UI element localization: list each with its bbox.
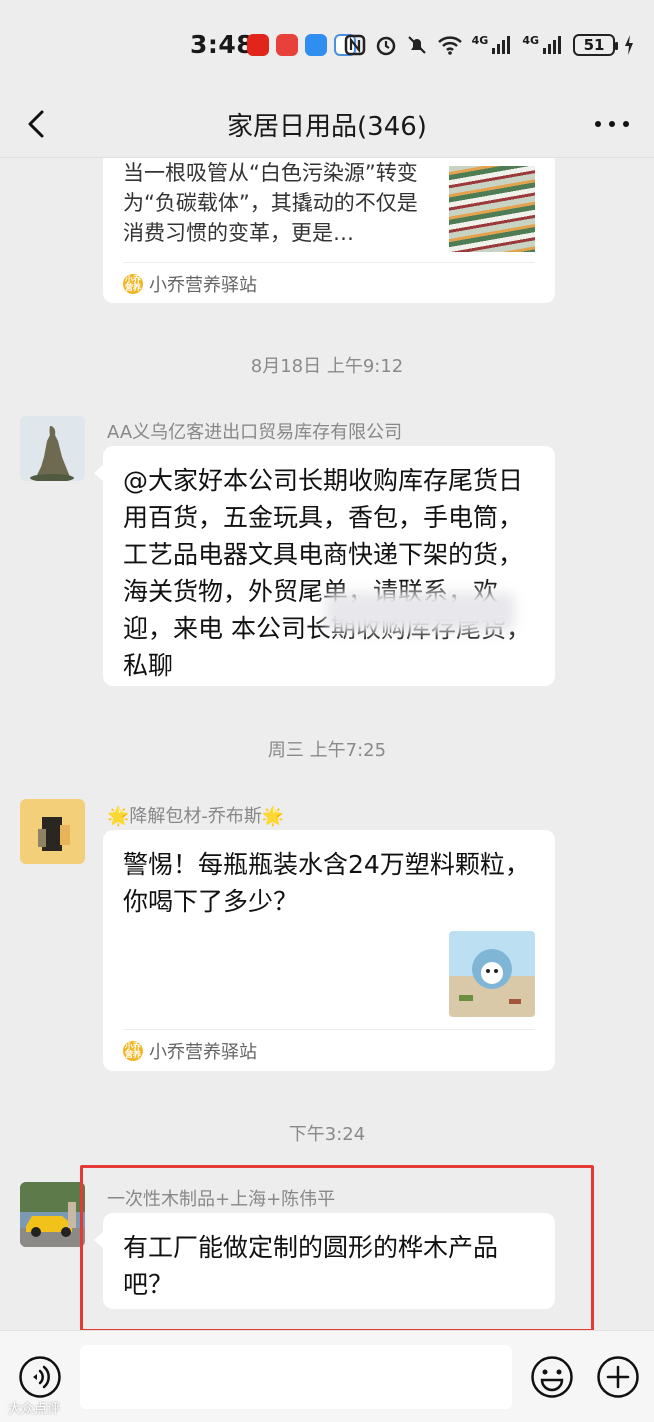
app-notification-icon (276, 34, 298, 56)
message-input[interactable] (80, 1345, 512, 1409)
avatar[interactable] (20, 1182, 85, 1247)
article-source: 小乔 营养 小乔营养驿站 (123, 271, 257, 297)
status-time: 3:48 (190, 30, 255, 59)
message-text: @大家好本公司长期收购库存尾货日用百货，五金玩具，香包，手电筒，工艺品电器文具电… (123, 466, 531, 680)
article-source: 小乔 营养 小乔营养驿站 (123, 1038, 257, 1064)
weather-icon (305, 34, 327, 56)
timestamp: 下午3:24 (288, 1124, 366, 1145)
highlight-annotation (80, 1165, 594, 1332)
mute-icon (407, 36, 426, 54)
avatar[interactable] (20, 799, 85, 864)
divider (123, 1029, 535, 1030)
nav-bar: 家居日用品(346) (0, 92, 654, 158)
battery-level: 51 (583, 36, 605, 54)
chat-area[interactable]: 当一根吸管从“白色污染源”转变为“负碳载体”，其撬动的不仅是消费习惯的变革，更是… (0, 158, 654, 1330)
sender-name: 🌟降解包材-乔布斯🌟 (107, 806, 285, 827)
redacted-phone (325, 592, 515, 632)
pixelated-avatar-icon (20, 799, 85, 864)
timestamp: 8月18日 上午9:12 (250, 356, 404, 377)
watermark: 大众点评 (8, 1402, 61, 1417)
emoji-button[interactable] (530, 1355, 574, 1399)
article-thumbnail (449, 166, 535, 252)
article-thumbnail (449, 931, 535, 1017)
signal-icon (492, 36, 511, 54)
avatar[interactable] (20, 416, 85, 481)
source-logo-icon: 小乔 营养 (123, 274, 143, 294)
car-avatar-icon (20, 1182, 85, 1247)
wifi-icon (437, 36, 462, 55)
article-card[interactable]: 警惕！每瓶瓶装水含24万塑料颗粒，你喝下了多少？ 小乔 营养 小乔营养驿站 (103, 830, 555, 1071)
source-name: 小乔营养驿站 (149, 1042, 257, 1063)
message-bubble[interactable]: @大家好本公司长期收购库存尾货日用百货，五金玩具，香包，手电筒，工艺品电器文具电… (94, 446, 555, 686)
status-icons: 4G 4G 51 (344, 32, 634, 58)
status-bar: 3:48 4G 4G 51 (0, 0, 654, 92)
article-title: 警惕！每瓶瓶装水含24万塑料颗粒，你喝下了多少？ (123, 850, 530, 916)
voice-button[interactable] (18, 1355, 62, 1399)
app-notification-icon (247, 34, 269, 56)
signal-icon (543, 36, 561, 54)
more-button[interactable] (592, 110, 632, 138)
chat-title: 家居日用品(346) (227, 112, 427, 142)
battery-icon: 51 (573, 34, 618, 56)
input-bar (0, 1330, 654, 1422)
divider (123, 262, 535, 263)
nfc-icon (344, 34, 365, 56)
alarm-icon (376, 36, 395, 56)
article-card[interactable]: 当一根吸管从“白色污染源”转变为“负碳载体”，其撬动的不仅是消费习惯的变革，更是… (103, 158, 555, 303)
source-logo-icon: 小乔 营养 (123, 1041, 143, 1061)
statue-avatar-icon (20, 416, 85, 481)
charging-icon (625, 35, 633, 55)
network-label: 4G (522, 33, 539, 47)
network-label: 4G (471, 33, 489, 47)
timestamp: 周三 上午7:25 (267, 740, 387, 761)
add-button[interactable] (596, 1355, 640, 1399)
source-name: 小乔营养驿站 (149, 275, 257, 296)
article-summary: 当一根吸管从“白色污染源”转变为“负碳载体”，其撬动的不仅是消费习惯的变革，更是… (123, 161, 418, 245)
sender-name: AA义乌亿客进出口贸易库存有限公司 (107, 422, 403, 443)
